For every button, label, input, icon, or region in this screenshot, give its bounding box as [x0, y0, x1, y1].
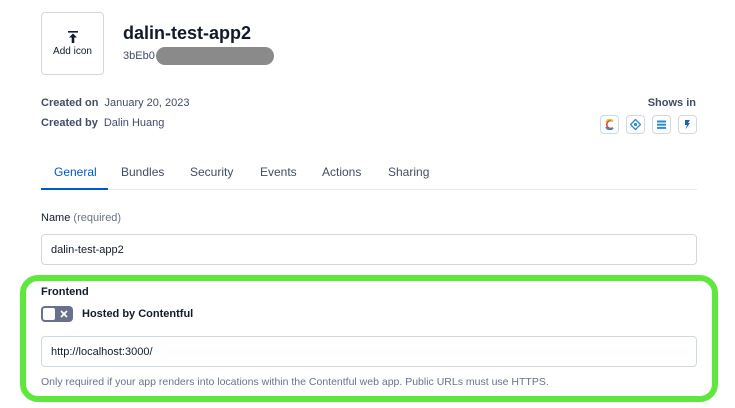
upload-icon: [67, 30, 78, 43]
redacted-id: [155, 47, 274, 65]
required-indicator: (required): [73, 212, 122, 224]
sidebar-location-icon: [652, 115, 671, 134]
tab-general[interactable]: General: [54, 165, 97, 179]
tab-bundles[interactable]: Bundles: [121, 165, 164, 179]
name-label: Name: [41, 212, 71, 224]
name-field-label: Name (required): [41, 212, 121, 224]
hosted-toggle-label: Hosted by Contentful: [82, 308, 194, 320]
frontend-url-input[interactable]: http://localhost:3000/: [41, 336, 697, 367]
frontend-help-text: Only required if your app renders into l…: [41, 376, 549, 388]
tab-sharing[interactable]: Sharing: [388, 165, 429, 179]
app-id-text: 3bEb0: [123, 50, 155, 62]
frontend-url-value: http://localhost:3000/: [51, 345, 153, 358]
entry-editor-location-icon: [626, 115, 645, 134]
add-icon-button[interactable]: Add icon: [41, 12, 104, 75]
close-icon: [60, 310, 68, 318]
tab-bar: General Bundles Security Events Actions …: [41, 158, 697, 190]
shows-in-label: Shows in: [647, 97, 696, 109]
name-input[interactable]: dalin-test-app2: [41, 234, 697, 265]
frontend-title: Frontend: [41, 286, 89, 298]
name-input-value: dalin-test-app2: [51, 243, 124, 256]
add-icon-label: Add icon: [53, 45, 92, 57]
app-name: dalin-test-app2: [123, 23, 252, 43]
hosted-toggle-row: Hosted by Contentful: [41, 306, 193, 322]
active-tab-indicator: [41, 188, 108, 190]
toggle-knob: [43, 308, 55, 320]
created-on-row: Created on January 20, 2023: [41, 97, 189, 109]
created-on-value: January 20, 2023: [104, 97, 190, 109]
tab-actions[interactable]: Actions: [322, 165, 361, 179]
created-by-row: Created by Dalin Huang: [41, 117, 164, 129]
created-by-label: Created by: [41, 117, 98, 129]
app-id: 3bEb0: [123, 47, 274, 65]
created-by-value: Dalin Huang: [103, 117, 165, 129]
tab-security[interactable]: Security: [190, 165, 233, 179]
hosted-by-contentful-toggle[interactable]: [41, 306, 73, 322]
content-types-location-icon: [600, 115, 619, 134]
field-location-icon: [678, 115, 697, 134]
location-icons: [600, 115, 697, 134]
tab-events[interactable]: Events: [260, 165, 297, 179]
created-on-label: Created on: [41, 97, 99, 109]
